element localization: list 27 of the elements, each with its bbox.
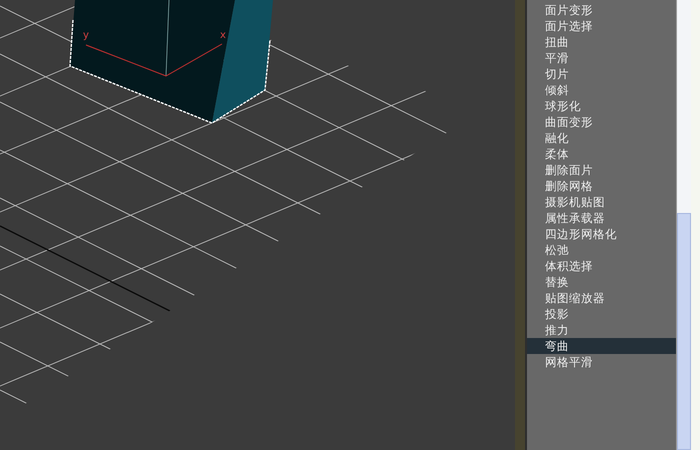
modifier-item[interactable]: 属性承载器	[527, 210, 676, 226]
modifier-item[interactable]: 网格平滑	[527, 354, 676, 370]
modifier-item[interactable]: 弯曲	[527, 338, 676, 354]
modifier-item[interactable]: 平滑	[527, 50, 676, 66]
axis-label: x	[220, 30, 226, 41]
modifier-item[interactable]: 四边形网格化	[527, 226, 676, 242]
modifier-item[interactable]: 删除面片	[527, 162, 676, 178]
scrollbar-thumb[interactable]	[677, 213, 691, 450]
modifier-item[interactable]: 扭曲	[527, 34, 676, 50]
modifier-item[interactable]: 摄影机贴图	[527, 194, 676, 210]
modifier-item[interactable]: 贴图缩放器	[527, 290, 676, 306]
modifier-item[interactable]: 松弛	[527, 242, 676, 258]
modifier-item[interactable]: 面片变形	[527, 2, 676, 18]
modifier-item[interactable]: 倾斜	[527, 82, 676, 98]
modifier-item[interactable]: 切片	[527, 66, 676, 82]
modifier-item[interactable]: 删除网格	[527, 178, 676, 194]
modifier-item[interactable]: 曲面变形	[527, 114, 676, 130]
modifier-item[interactable]: 替换	[527, 274, 676, 290]
modifier-item[interactable]: 投影	[527, 306, 676, 322]
modifier-item[interactable]: 柔体	[527, 146, 676, 162]
modifier-item[interactable]: 体积选择	[527, 258, 676, 274]
modifier-item[interactable]: 融化	[527, 130, 676, 146]
modifier-item[interactable]: 面片选择	[527, 18, 676, 34]
scrollbar[interactable]	[676, 0, 691, 450]
modifier-item[interactable]: 球形化	[527, 98, 676, 114]
modifier-item[interactable]: 推力	[527, 322, 676, 338]
axis-label: y	[83, 30, 89, 41]
